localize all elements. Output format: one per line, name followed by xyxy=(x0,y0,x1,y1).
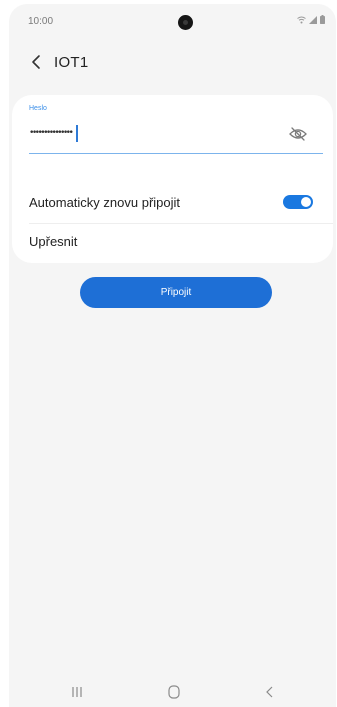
battery-icon xyxy=(320,15,325,24)
advanced-row[interactable]: Upřesnit xyxy=(12,224,333,256)
page-title: IOT1 xyxy=(54,54,89,71)
auto-reconnect-toggle[interactable] xyxy=(283,195,313,209)
back-icon[interactable] xyxy=(260,684,280,700)
settings-card: Heslo ••••••••••••••• Automaticky znovu … xyxy=(12,95,333,263)
status-bar: 10:00 xyxy=(9,4,336,38)
signal-icon xyxy=(309,15,317,24)
navigation-bar xyxy=(9,674,336,707)
auto-reconnect-row[interactable]: Automaticky znovu připojit xyxy=(12,184,333,220)
advanced-label: Upřesnit xyxy=(29,234,78,249)
auto-reconnect-label: Automaticky znovu připojit xyxy=(29,195,181,210)
status-icons xyxy=(297,15,325,24)
connect-button[interactable]: Připojit xyxy=(80,277,272,308)
toggle-knob xyxy=(301,197,311,207)
phone-screen: 10:00 IOT1 Heslo ••••••••••••••• Automat… xyxy=(9,4,336,707)
password-value: ••••••••••••••• xyxy=(29,128,74,138)
eye-off-icon[interactable] xyxy=(289,126,307,142)
password-underline xyxy=(29,153,323,154)
app-header: IOT1 xyxy=(9,46,336,78)
home-icon[interactable] xyxy=(164,684,184,700)
password-input[interactable]: ••••••••••••••• xyxy=(29,124,78,142)
recents-icon[interactable] xyxy=(67,684,87,700)
text-cursor xyxy=(76,124,78,142)
wifi-icon xyxy=(297,16,306,23)
front-camera xyxy=(178,15,193,30)
password-label: Heslo xyxy=(29,105,47,112)
chevron-left-icon[interactable] xyxy=(28,53,44,71)
status-time: 10:00 xyxy=(28,16,54,27)
